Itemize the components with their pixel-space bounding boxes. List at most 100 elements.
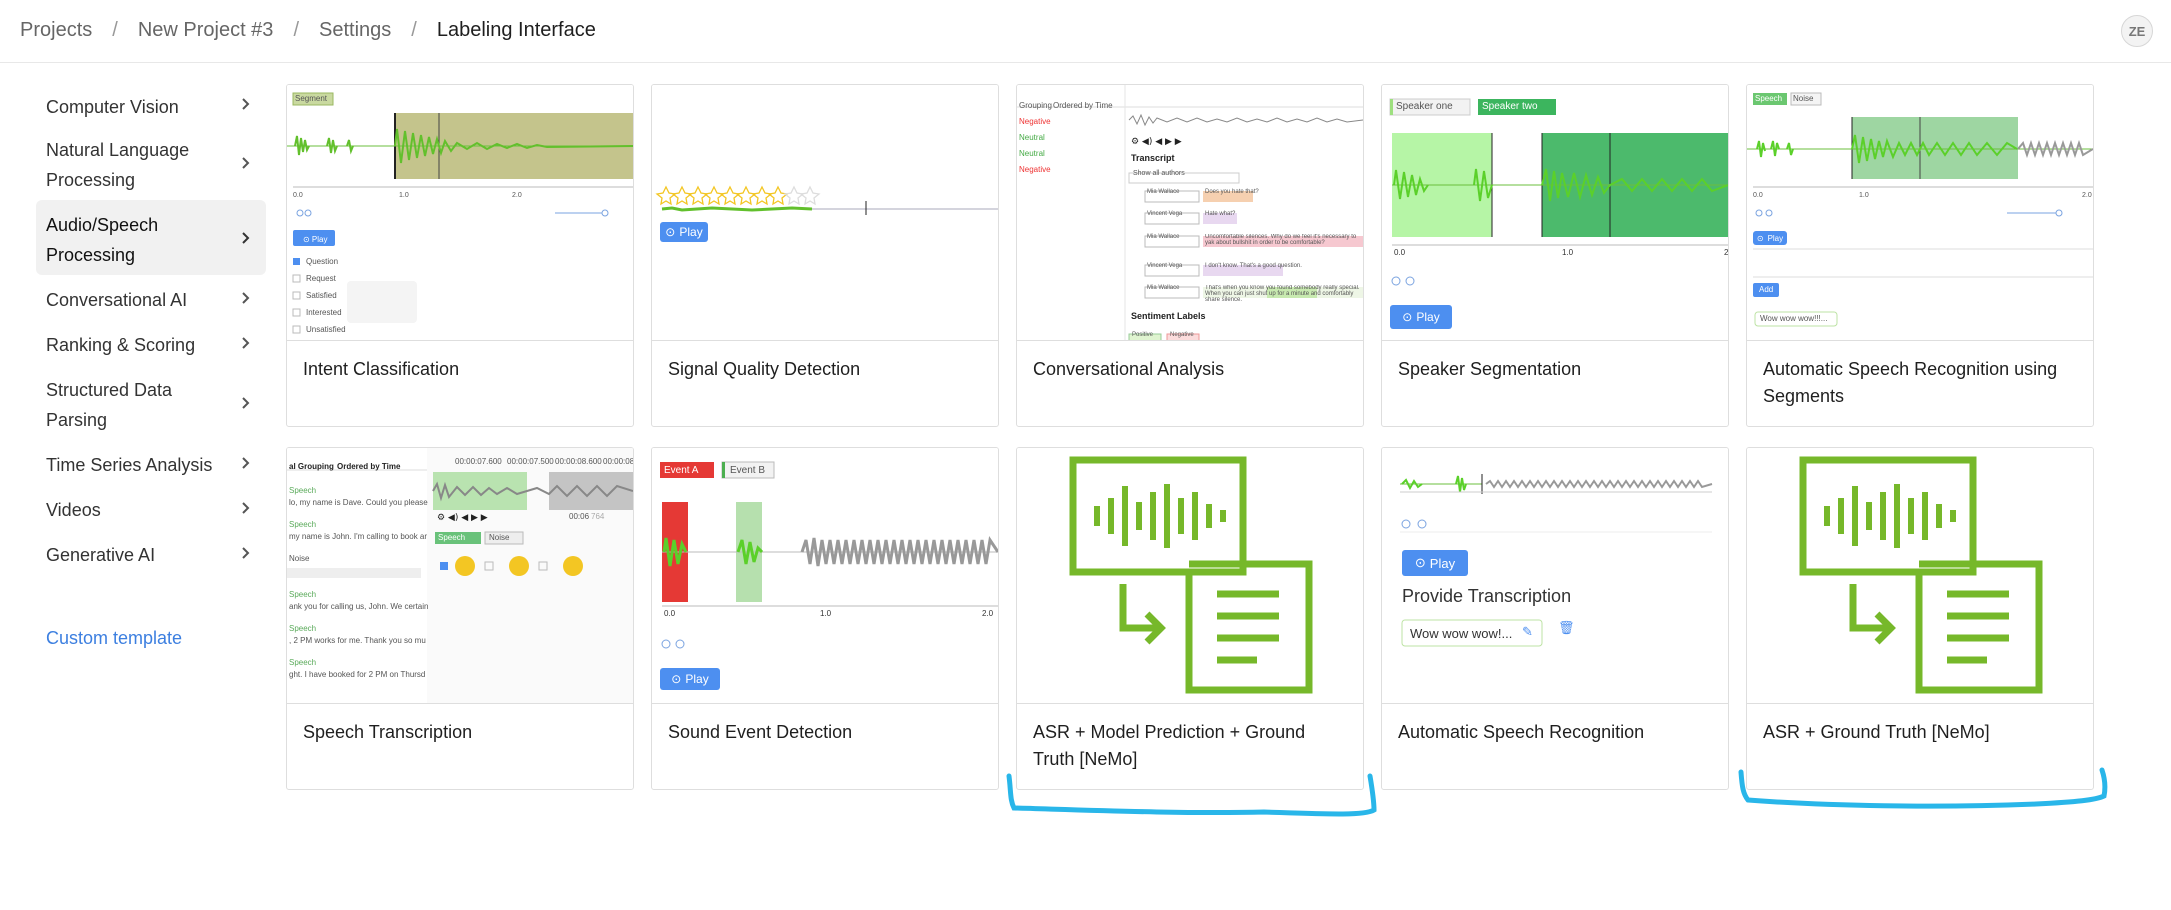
template-card-signal-quality[interactable]: ⊙ Play Signal Quality Detection bbox=[651, 84, 999, 427]
speaker-label: Speaker one bbox=[1396, 101, 1453, 112]
speaker-label: Speaker two bbox=[1482, 101, 1538, 112]
sidebar-item-time-series[interactable]: Time Series Analysis bbox=[36, 440, 266, 485]
chevron-right-icon bbox=[242, 336, 250, 349]
choice-label: Request bbox=[306, 274, 336, 283]
choice-label: Interested bbox=[306, 308, 342, 317]
sidebar-item-label: Conversational AI bbox=[46, 290, 188, 310]
provide-transcription-label: Provide Transcription bbox=[1402, 586, 1572, 606]
signal-preview: ⊙ Play bbox=[652, 85, 998, 341]
choice-label: Question bbox=[306, 257, 339, 266]
trans-grouping-label: al Grouping bbox=[289, 462, 334, 471]
sidebar-item-videos[interactable]: Videos bbox=[36, 485, 266, 530]
template-card-speech-transcription[interactable]: ⚙ ◀) ◀ ▶ ▶ al Grouping Ordered by Time 0… bbox=[286, 447, 634, 790]
sidebar-item-audio-speech[interactable]: Audio/Speech Processing bbox=[36, 200, 266, 275]
sidebar-item-label: Audio/Speech Processing bbox=[46, 215, 159, 265]
time-tick: 00:00:07.500 bbox=[507, 457, 554, 466]
trans-line: ght. I have booked for 2 PM on Thursd bbox=[289, 670, 426, 679]
sidebar-item-label: Structured Data Parsing bbox=[46, 380, 173, 430]
speaker-preview: 0.0 1.0 2 Speaker one Speaker two ⊙Play bbox=[1382, 85, 1728, 341]
sidebar-item-ranking-scoring[interactable]: Ranking & Scoring bbox=[36, 320, 266, 365]
play-button: ⊙ Play bbox=[1390, 305, 1452, 329]
template-title: Speaker Segmentation bbox=[1398, 359, 1582, 379]
axis-tick: 2 bbox=[1724, 248, 1728, 257]
breadcrumb-projects[interactable]: Projects bbox=[20, 19, 92, 42]
time-now: 00:06 bbox=[569, 512, 590, 521]
trans-line: my name is John. I'm calling to book ar bbox=[289, 532, 428, 541]
template-card-asr[interactable]: ⊙ Play Provide Transcription Wow wow wow!… bbox=[1381, 447, 1729, 790]
sidebar-item-label: Ranking & Scoring bbox=[46, 335, 196, 355]
sidebar-item-nlp[interactable]: Natural Language Processing bbox=[36, 125, 266, 200]
template-title: Sound Event Detection bbox=[668, 722, 853, 742]
axis-tick: 2.0 bbox=[2082, 192, 2092, 199]
sidebar-item-label: Computer Vision bbox=[46, 97, 179, 117]
template-card-intent-classification[interactable]: 0.0 1.0 2.0 ⊙ Play Segment Question Requ… bbox=[286, 84, 634, 427]
template-title: ASR + Model Prediction + Ground Truth [N… bbox=[1033, 722, 1306, 769]
choice-label: Satisfied bbox=[306, 291, 337, 300]
play-button: ⊙ Play bbox=[660, 668, 720, 690]
chevron-right-icon bbox=[242, 546, 250, 559]
svg-text:⚙ ◀) ◀ ▶ ▶: ⚙ ◀) ◀ ▶ ▶ bbox=[1131, 137, 1182, 147]
play-icon: ⊙ bbox=[665, 225, 676, 239]
time-tick: 00:00:08.800 bbox=[603, 457, 633, 466]
conv-author: Mia Wallace bbox=[1147, 234, 1180, 240]
sidebar-item-label: Videos bbox=[46, 500, 101, 520]
chevron-right-icon bbox=[242, 291, 250, 304]
sidebar-item-conversational-ai[interactable]: Conversational AI bbox=[36, 275, 266, 320]
template-card-sound-event[interactable]: 0.0 1.0 2.0 Event A Event B ⊙ Play Sound … bbox=[651, 447, 999, 790]
template-card-asr-segments[interactable]: 0.0 1.0 2.0 Speech Noise ⊙ Play Add Wow w… bbox=[1746, 84, 2094, 427]
breadcrumb-separator: / bbox=[293, 19, 299, 41]
template-title: Intent Classification bbox=[303, 359, 460, 379]
sound-event-graphic: 0.0 1.0 2.0 bbox=[660, 461, 998, 649]
transcription-text: Wow wow wow!... bbox=[1410, 626, 1513, 641]
template-title: Signal Quality Detection bbox=[668, 359, 861, 379]
conv-author: Mia Wallace bbox=[1147, 189, 1180, 195]
transcription-graphic: ⚙ ◀) ◀ ▶ ▶ bbox=[287, 448, 633, 703]
breadcrumb-settings[interactable]: Settings bbox=[319, 19, 391, 42]
chevron-right-icon bbox=[242, 396, 250, 409]
transcription-preview: ⚙ ◀) ◀ ▶ ▶ al Grouping Ordered by Time 0… bbox=[287, 448, 633, 704]
axis-tick: 0.0 bbox=[293, 192, 303, 199]
conv-side-label: Neutral bbox=[1019, 133, 1045, 142]
top-bar: Projects / New Project #3 / Settings / L… bbox=[0, 0, 2171, 63]
template-card-speaker-segmentation[interactable]: 0.0 1.0 2 Speaker one Speaker two ⊙Play … bbox=[1381, 84, 1729, 427]
trans-speaker: Speech bbox=[289, 486, 317, 495]
breadcrumb: Projects / New Project #3 / Settings / L… bbox=[20, 19, 596, 42]
play-button: ⊙ Play bbox=[1402, 550, 1468, 576]
chevron-right-icon bbox=[242, 231, 250, 244]
trans-ordered-label: Ordered by Time bbox=[337, 462, 401, 471]
breadcrumb-project[interactable]: New Project #3 bbox=[138, 19, 274, 42]
template-title: Automatic Speech Recognition using Segme… bbox=[1763, 359, 2058, 406]
conv-side-label: Negative bbox=[1019, 165, 1051, 174]
time-total: 764 bbox=[591, 512, 605, 521]
sidebar-item-computer-vision[interactable]: Computer Vision bbox=[36, 82, 266, 125]
sidebar: Computer Vision Natural Language Process… bbox=[36, 82, 266, 575]
time-tick: 00:00:07.600 bbox=[455, 457, 502, 466]
event-label: Event B bbox=[730, 465, 766, 476]
asr-segments-graphic: 0.0 1.0 2.0 bbox=[1747, 92, 2093, 327]
sidebar-item-structured-data[interactable]: Structured Data Parsing bbox=[36, 365, 266, 440]
choice-label: Unsatisfied bbox=[306, 325, 346, 334]
trans-speaker: Speech bbox=[289, 624, 317, 633]
conv-side-label: Negative bbox=[1019, 117, 1051, 126]
conv-author: Vincent Vega bbox=[1147, 263, 1183, 269]
conv-grouping-label: Grouping bbox=[1019, 101, 1052, 110]
template-title: Automatic Speech Recognition bbox=[1398, 722, 1645, 742]
play-icon: ⊙ bbox=[1756, 233, 1764, 243]
rating-graphic bbox=[655, 185, 998, 215]
axis-tick: 1.0 bbox=[1562, 248, 1574, 257]
sidebar-item-generative-ai[interactable]: Generative AI bbox=[36, 530, 266, 575]
axis-tick: 1.0 bbox=[1859, 192, 1869, 199]
conv-text: I don't know. That's a good question. bbox=[1205, 263, 1302, 269]
axis-tick: 2.0 bbox=[512, 192, 522, 199]
conv-text: Hate what? bbox=[1205, 211, 1236, 217]
axis-tick: 0.0 bbox=[1394, 248, 1406, 257]
conv-author: Vincent Vega bbox=[1147, 211, 1183, 217]
custom-template-link[interactable]: Custom template bbox=[46, 628, 182, 649]
template-card-asr-nemo-ground-truth[interactable]: ASR + Ground Truth [NeMo] bbox=[1746, 447, 2094, 790]
nemo-icon-graphic bbox=[1069, 456, 1313, 694]
conv-sentiment-tag: Negative bbox=[1170, 332, 1194, 338]
template-card-asr-nemo-prediction[interactable]: ASR + Model Prediction + Ground Truth [N… bbox=[1016, 447, 1364, 790]
breadcrumb-current: Labeling Interface bbox=[436, 19, 596, 41]
template-card-conversational-analysis[interactable]: ⚙ ◀) ◀ ▶ ▶ Grouping Ordered by Time Nega… bbox=[1016, 84, 1364, 427]
avatar[interactable]: ZE bbox=[2121, 15, 2153, 47]
